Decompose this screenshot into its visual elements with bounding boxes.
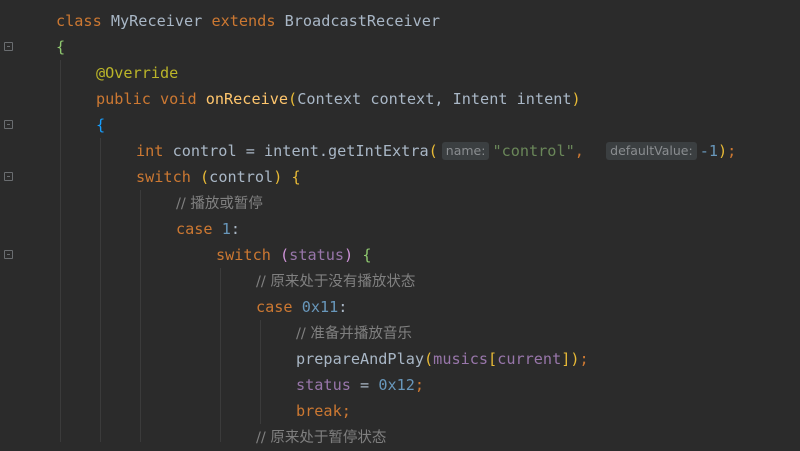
code-line[interactable]: break;	[296, 398, 351, 424]
code-line[interactable]: // 原来处于没有播放状态	[256, 268, 415, 294]
code-token: prepareAndPlay	[296, 350, 425, 368]
fold-marker-icon[interactable]	[4, 120, 13, 129]
code-token: (	[424, 350, 434, 368]
code-token: ;	[727, 142, 737, 160]
code-token: status	[289, 246, 345, 264]
code-comment: // 原来处于没有播放状态	[256, 274, 416, 290]
indent-guide	[100, 138, 101, 442]
code-token: )	[571, 90, 581, 108]
code-line[interactable]: int control = intent.getIntExtra(name: "c…	[136, 138, 736, 164]
indent-guide	[140, 190, 141, 442]
code-token: (	[288, 90, 298, 108]
code-line[interactable]: status = 0x12;	[296, 372, 424, 398]
code-token: void	[160, 90, 206, 108]
code-token: Context context, Intent intent	[297, 90, 572, 108]
code-token: @Override	[96, 64, 179, 82]
code-token: (	[280, 246, 290, 264]
code-token: {	[56, 38, 66, 56]
code-token: "control"	[492, 142, 575, 160]
code-line[interactable]: // 原来处于暂停状态	[256, 424, 386, 450]
code-comment: // 原来处于暂停状态	[256, 430, 387, 446]
code-token: (	[428, 142, 438, 160]
indent-guide	[60, 60, 61, 442]
code-token: public	[96, 90, 161, 108]
code-token: BroadcastReceiver	[284, 12, 441, 30]
code-token: break	[296, 402, 342, 420]
code-token: ;	[341, 402, 351, 420]
code-token: ]	[561, 350, 571, 368]
code-token: switch	[216, 246, 281, 264]
code-token: )	[718, 142, 728, 160]
code-token: ;	[579, 350, 589, 368]
code-line[interactable]: case 0x11:	[256, 294, 347, 320]
code-token: case	[256, 298, 302, 316]
code-line[interactable]: {	[56, 34, 65, 60]
parameter-hint: defaultValue:	[606, 142, 697, 160]
code-comment: // 播放或暂停	[176, 196, 263, 212]
code-token: status	[296, 376, 361, 394]
code-token: ;	[414, 376, 425, 394]
code-token: :	[230, 220, 241, 238]
code-token: int	[136, 142, 173, 160]
code-token: switch	[136, 168, 201, 186]
code-token: =	[360, 376, 379, 394]
code-token: 0x12	[378, 376, 415, 394]
code-token: extends	[211, 12, 285, 30]
code-line[interactable]: {	[96, 112, 105, 138]
code-line[interactable]: @Override	[96, 60, 178, 86]
code-token: 1	[221, 220, 231, 238]
code-line[interactable]: // 播放或暂停	[176, 190, 263, 216]
fold-marker-icon[interactable]	[4, 250, 13, 259]
code-token: {	[96, 116, 106, 134]
code-line[interactable]: public void onReceive(Context context, I…	[96, 86, 581, 112]
code-token: ,	[574, 142, 603, 160]
fold-marker-icon[interactable]	[4, 42, 13, 51]
code-token: )	[344, 246, 354, 264]
parameter-hint: name:	[441, 142, 490, 160]
code-token: [	[488, 350, 498, 368]
code-token: {	[362, 246, 372, 264]
editor-gutter	[0, 0, 20, 442]
fold-marker-icon[interactable]	[4, 172, 13, 181]
code-token: :	[338, 298, 348, 316]
code-line[interactable]: switch (status) {	[216, 242, 372, 268]
code-line[interactable]: switch (control) {	[136, 164, 301, 190]
code-token: control	[209, 168, 274, 186]
code-line[interactable]: class MyReceiver extends BroadcastReceiv…	[56, 8, 440, 34]
code-token: -1	[699, 142, 718, 160]
code-token: )	[570, 350, 580, 368]
code-line[interactable]: prepareAndPlay(musics[current]);	[296, 346, 589, 372]
code-token: control = intent.getIntExtra	[172, 142, 429, 160]
indent-guide	[220, 268, 221, 442]
code-token: MyReceiver	[110, 12, 212, 30]
code-token: class	[56, 12, 111, 30]
code-comment: // 准备并播放音乐	[296, 326, 412, 342]
code-token: 0x11	[301, 298, 339, 316]
code-line[interactable]: // 准备并播放音乐	[296, 320, 412, 346]
code-line[interactable]: case 1:	[176, 216, 240, 242]
code-token: {	[291, 168, 301, 186]
code-token: onReceive	[205, 90, 289, 108]
indent-guide	[260, 320, 261, 424]
code-token: (	[200, 168, 210, 186]
code-token: )	[273, 168, 283, 186]
code-token: case	[176, 220, 222, 238]
code-token: musics	[433, 350, 489, 368]
code-token: current	[497, 350, 562, 368]
